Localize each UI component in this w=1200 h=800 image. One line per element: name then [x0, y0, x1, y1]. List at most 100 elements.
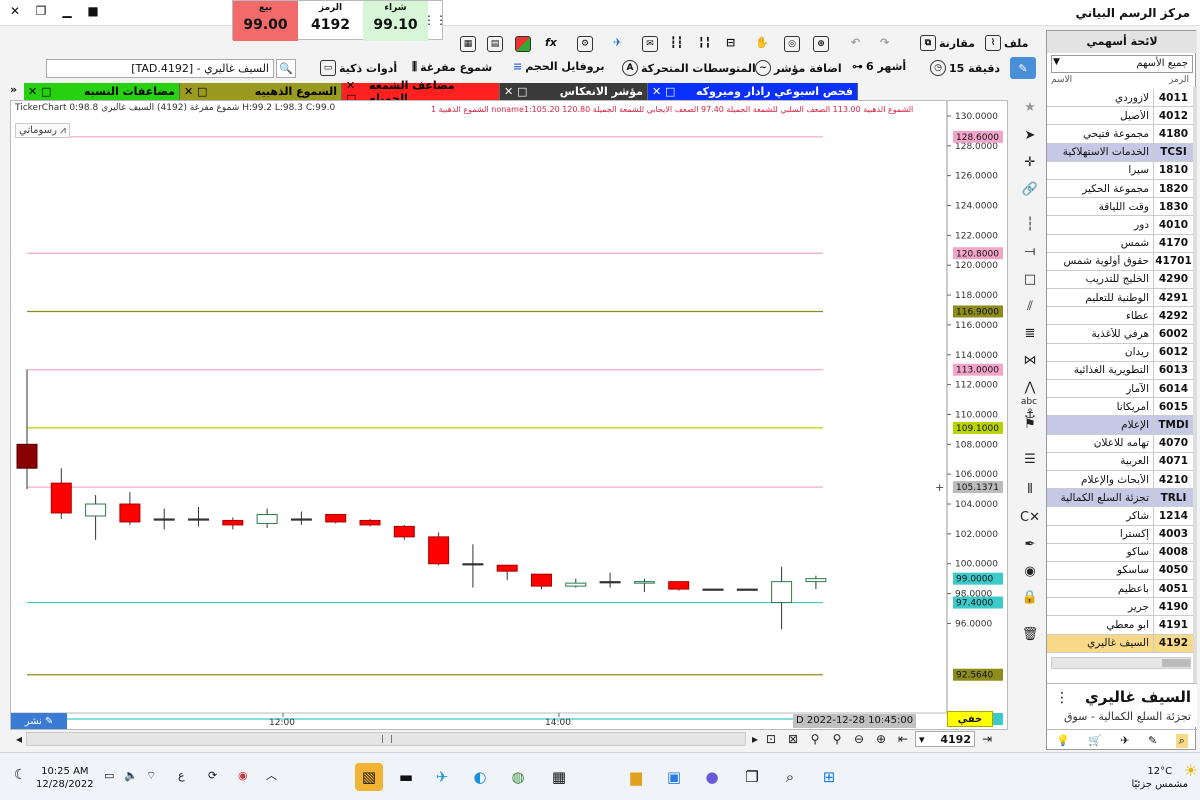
- measure-icon[interactable]: ⫴: [1021, 480, 1039, 498]
- fit-icon[interactable]: ⊡: [762, 730, 780, 748]
- indicator-tab-golden[interactable]: ✕ □ السموع الذهبيه: [180, 83, 342, 100]
- my-drawings-tag[interactable]: رسوماتي ⩘: [15, 123, 70, 138]
- color-button[interactable]: [515, 36, 531, 52]
- cursor-icon[interactable]: ➤: [1021, 126, 1039, 144]
- symbol-search-input[interactable]: [TAD.4192] - السيف غاليري: [46, 59, 274, 78]
- zoom-out-icon[interactable]: ⊖: [850, 730, 868, 748]
- watchlist-row[interactable]: مجموعة الحكير 1820: [1047, 179, 1193, 199]
- text-tool-icon[interactable]: abc: [1020, 393, 1038, 411]
- edge-icon[interactable]: ◐: [466, 763, 494, 791]
- interval-button[interactable]: ◷ 15 دقيقة: [930, 60, 1000, 76]
- moving-averages-button[interactable]: A المتوسطات المتحركة: [622, 60, 756, 76]
- security-icon[interactable]: ◉: [238, 769, 248, 782]
- cart-icon[interactable]: 🛒: [1088, 734, 1102, 747]
- draw-pen-button[interactable]: ✎: [1010, 57, 1036, 79]
- bulb-icon[interactable]: 💡: [1056, 734, 1070, 747]
- edit-icon[interactable]: ✎: [1148, 734, 1157, 747]
- crosshair-icon[interactable]: ✛: [1021, 153, 1039, 171]
- range-button[interactable]: ⊶ 6 أشهر: [852, 60, 906, 73]
- wifi-icon[interactable]: ⌔: [146, 769, 156, 783]
- list-settings-icon[interactable]: ☰: [1021, 450, 1039, 468]
- redo-button[interactable]: ↷: [880, 36, 889, 49]
- watchlist-row[interactable]: التطويرية الغذائية 6013: [1047, 361, 1193, 380]
- store-icon[interactable]: ▣: [660, 763, 688, 791]
- watchlist-hscrollbar[interactable]: [1051, 657, 1191, 669]
- indicator-tab-ratios[interactable]: ✕ □ مضاعفات النسبه: [24, 83, 180, 100]
- indicator-tab-reversal[interactable]: ✕ □ مؤشر الانعكاس: [500, 83, 648, 100]
- close-icon[interactable]: ✕: [4, 2, 26, 20]
- watchlist-row[interactable]: سيرا 1810: [1047, 161, 1193, 180]
- watchlist-row[interactable]: السيف غاليري 4192: [1047, 634, 1193, 653]
- watchlist-row[interactable]: العربية 4071: [1047, 452, 1193, 471]
- brush-icon[interactable]: ✒: [1021, 535, 1039, 553]
- watchlist-row[interactable]: وقت اللياقة 1830: [1047, 198, 1193, 217]
- watchlist-sector-row[interactable]: تجزئة السلع الكمالية TRLI: [1047, 489, 1193, 508]
- rectangle-icon[interactable]: □: [1021, 270, 1039, 288]
- watchlist-row[interactable]: تهامه للاعلان 4070: [1047, 434, 1193, 453]
- search-chart-icon[interactable]: ⌕: [1175, 733, 1188, 748]
- flag-icon[interactable]: ⚑: [1021, 415, 1039, 433]
- watchlist-row[interactable]: حقوق أولوية شمس 41701: [1047, 252, 1193, 271]
- indicator-tab-radar[interactable]: ✕ □ فحص اسبوعي رادار وميروكه: [648, 83, 858, 100]
- formula-button[interactable]: fx: [545, 36, 557, 49]
- star-icon[interactable]: ★: [1021, 98, 1039, 116]
- telegram-icon[interactable]: ✈: [428, 763, 456, 791]
- moon-icon[interactable]: ☾: [14, 767, 27, 783]
- pattern-icon[interactable]: ⋈: [1021, 351, 1039, 369]
- chart-area[interactable]: 96.0000 98.0000 100.0000 102.0000 104.0000 10…: [10, 100, 1008, 730]
- task-view-icon[interactable]: ❐: [738, 763, 766, 791]
- indicator-tab-beautiful[interactable]: ✕ □ مضاعف الشمعه الجميله: [342, 79, 500, 105]
- watchlist-row[interactable]: شاكر 1214: [1047, 507, 1193, 526]
- watchlist-row[interactable]: شمس 4170: [1047, 234, 1193, 253]
- watchlist-row[interactable]: الوطنية للتعليم 4291: [1047, 289, 1193, 308]
- vertical-line-icon[interactable]: ┆: [1021, 215, 1039, 233]
- hollow-candles-button[interactable]: ⫼ شموع مفرغة: [412, 60, 492, 74]
- chevron-up-icon[interactable]: ︿: [266, 767, 277, 783]
- record-icon[interactable]: ■: [82, 2, 104, 20]
- bars-button[interactable]: ╏╏: [698, 36, 711, 49]
- app-green-icon[interactable]: ◍: [504, 763, 532, 791]
- chevron-down-icon[interactable]: ▼: [1053, 57, 1060, 67]
- back-icon[interactable]: ⇤: [894, 730, 912, 748]
- compare-button[interactable]: ⧉ مقارنة: [920, 35, 975, 51]
- expand-arrows-icon[interactable]: »: [10, 83, 24, 100]
- horizontal-scrollbar[interactable]: [26, 732, 746, 746]
- watchlist-title[interactable]: لائحة أسهمي: [1047, 31, 1197, 53]
- watchlist-row[interactable]: ساكو 4008: [1047, 543, 1193, 562]
- send-icon[interactable]: ✈: [1120, 734, 1129, 747]
- volume-profile-button[interactable]: ≡ بروفايل الحجم: [513, 60, 605, 73]
- watchlist-row[interactable]: ابو معطي 4191: [1047, 616, 1193, 635]
- watchlist-row[interactable]: لازوردي 4011: [1047, 89, 1193, 108]
- file-button[interactable]: ⌇ ملف: [985, 35, 1028, 51]
- watchlist-row[interactable]: الأبحاث والإعلام 4210: [1047, 470, 1193, 490]
- stock-card[interactable]: ⋮ السيف غاليري تجزئة السلع الكمالية - سو…: [1047, 683, 1197, 727]
- zoom-reset-icon[interactable]: ⚲: [806, 730, 824, 748]
- watchlist-row[interactable]: إكسترا 4003: [1047, 525, 1193, 544]
- search-icon[interactable]: ⌕: [776, 763, 804, 791]
- search-icon[interactable]: 🔍: [276, 59, 296, 78]
- scroll-thumb[interactable]: [1162, 659, 1190, 667]
- zoom-box-button[interactable]: ◎: [784, 36, 800, 52]
- restore-icon[interactable]: ❐: [30, 2, 52, 20]
- input-language[interactable]: ع: [178, 769, 185, 782]
- layout-button[interactable]: ▤: [487, 36, 503, 52]
- price-chart[interactable]: 96.000098.0000100.0000102.0000104.000010…: [11, 101, 1009, 731]
- watchlist-row[interactable]: هرفي للأغذية 6002: [1047, 325, 1193, 344]
- watchlist-row[interactable]: مجموعة فتيحي 4180: [1047, 125, 1193, 144]
- watchlist-row[interactable]: عطاء 4292: [1047, 307, 1193, 326]
- watchlist-row[interactable]: جرير 4190: [1047, 598, 1193, 617]
- watchlist-row[interactable]: الخليج للتدريب 4290: [1047, 270, 1193, 290]
- alert-button[interactable]: ✈: [613, 36, 622, 49]
- watchlist-sector-row[interactable]: الإعلام TMDI: [1047, 416, 1193, 435]
- autoscale-icon[interactable]: ⊠: [784, 730, 802, 748]
- settings-button[interactable]: ⚙: [577, 36, 593, 52]
- calculator-icon[interactable]: ▦: [545, 763, 573, 791]
- volume-icon[interactable]: 🔈: [124, 769, 138, 782]
- pan-button[interactable]: ✋: [755, 36, 769, 49]
- smart-tools-button[interactable]: ▭ أدوات ذكية: [320, 60, 397, 76]
- add-indicator-button[interactable]: ~ اضافة مؤشر: [755, 60, 842, 76]
- app-chart-icon[interactable]: ▧: [355, 763, 383, 791]
- zoom-in-icon[interactable]: ⊕: [872, 730, 890, 748]
- watchlist-row[interactable]: دور 4010: [1047, 216, 1193, 235]
- lock-icon[interactable]: 🔒: [1021, 588, 1039, 606]
